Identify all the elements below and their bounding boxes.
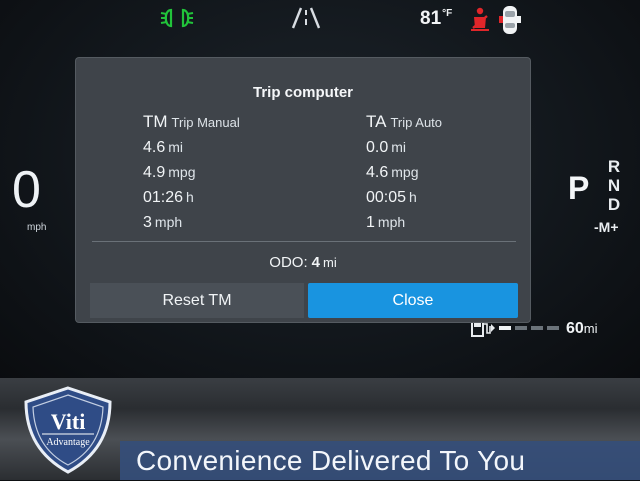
odo-label: ODO: (269, 254, 308, 271)
column-header: TM Trip Manual (143, 112, 343, 132)
gear-option: R (607, 157, 621, 176)
odo-value: 4 (311, 254, 320, 271)
trip-time: 00:05 h (366, 189, 417, 206)
range-segment (547, 326, 559, 330)
range-segment (531, 326, 543, 330)
logo-subtext: Advantage (46, 437, 90, 448)
logo-text: Viti (51, 409, 86, 434)
gear-option: D (607, 195, 621, 214)
reset-tm-button[interactable]: Reset TM (90, 283, 304, 318)
viti-advantage-logo: Viti Advantage (20, 384, 116, 481)
trip-code: TM (143, 112, 168, 131)
close-button[interactable]: Close (308, 283, 518, 318)
trip-avg-speed: 1 mph (366, 214, 406, 231)
trip-manual-column: TM Trip Manual 4.6 mi 4.9 mpg 01:26 h 3 mph (143, 112, 343, 232)
trip-distance: 0.0 mi (366, 139, 407, 156)
seatbelt-warning-icon (467, 6, 493, 37)
range-unit: mi (583, 321, 598, 336)
divider (92, 241, 516, 242)
trip-economy: 4.9 mpg (143, 164, 196, 181)
trip-auto-column: TA Trip Auto 0.0 mi 4.6 mpg 00:05 h 1 mph (366, 112, 566, 232)
current-gear: P (568, 170, 590, 206)
temperature-unit: °F (442, 8, 453, 19)
speed-unit: mph (27, 222, 47, 233)
tagline-banner: Convenience Delivered To You (120, 441, 640, 480)
trip-label: Trip Manual (171, 115, 240, 130)
odo-unit: mi (322, 255, 337, 270)
headlight-icon (160, 7, 194, 34)
trip-code: TA (366, 112, 387, 131)
column-header: TA Trip Auto (366, 112, 566, 132)
tagline: Convenience Delivered To You (136, 445, 526, 476)
odometer: ODO: 4 mi (76, 254, 530, 271)
outside-temperature: 81°F (420, 8, 453, 29)
trip-distance: 4.6 mi (143, 139, 184, 156)
car-doors-icon (497, 4, 523, 41)
lane-assist-icon (291, 6, 321, 35)
speed-value: 0 (12, 161, 41, 219)
range-value: 60mi (566, 320, 598, 337)
range-segment (515, 326, 527, 330)
gear-option: N (607, 176, 621, 195)
trip-label: Trip Auto (390, 115, 443, 130)
trip-computer-dialog: Trip computer TM Trip Manual 4.6 mi 4.9 mpg… (76, 58, 530, 322)
trip-economy: 4.6 mpg (366, 164, 419, 181)
trip-time: 01:26 h (143, 189, 194, 206)
gear-list: R N D (605, 157, 623, 214)
dialog-title: Trip computer (252, 84, 353, 101)
range-segment (499, 326, 511, 330)
manual-mode-indicator: -M+ (594, 219, 619, 235)
range-bar (499, 326, 561, 330)
trip-avg-speed: 3 mph (143, 214, 183, 231)
